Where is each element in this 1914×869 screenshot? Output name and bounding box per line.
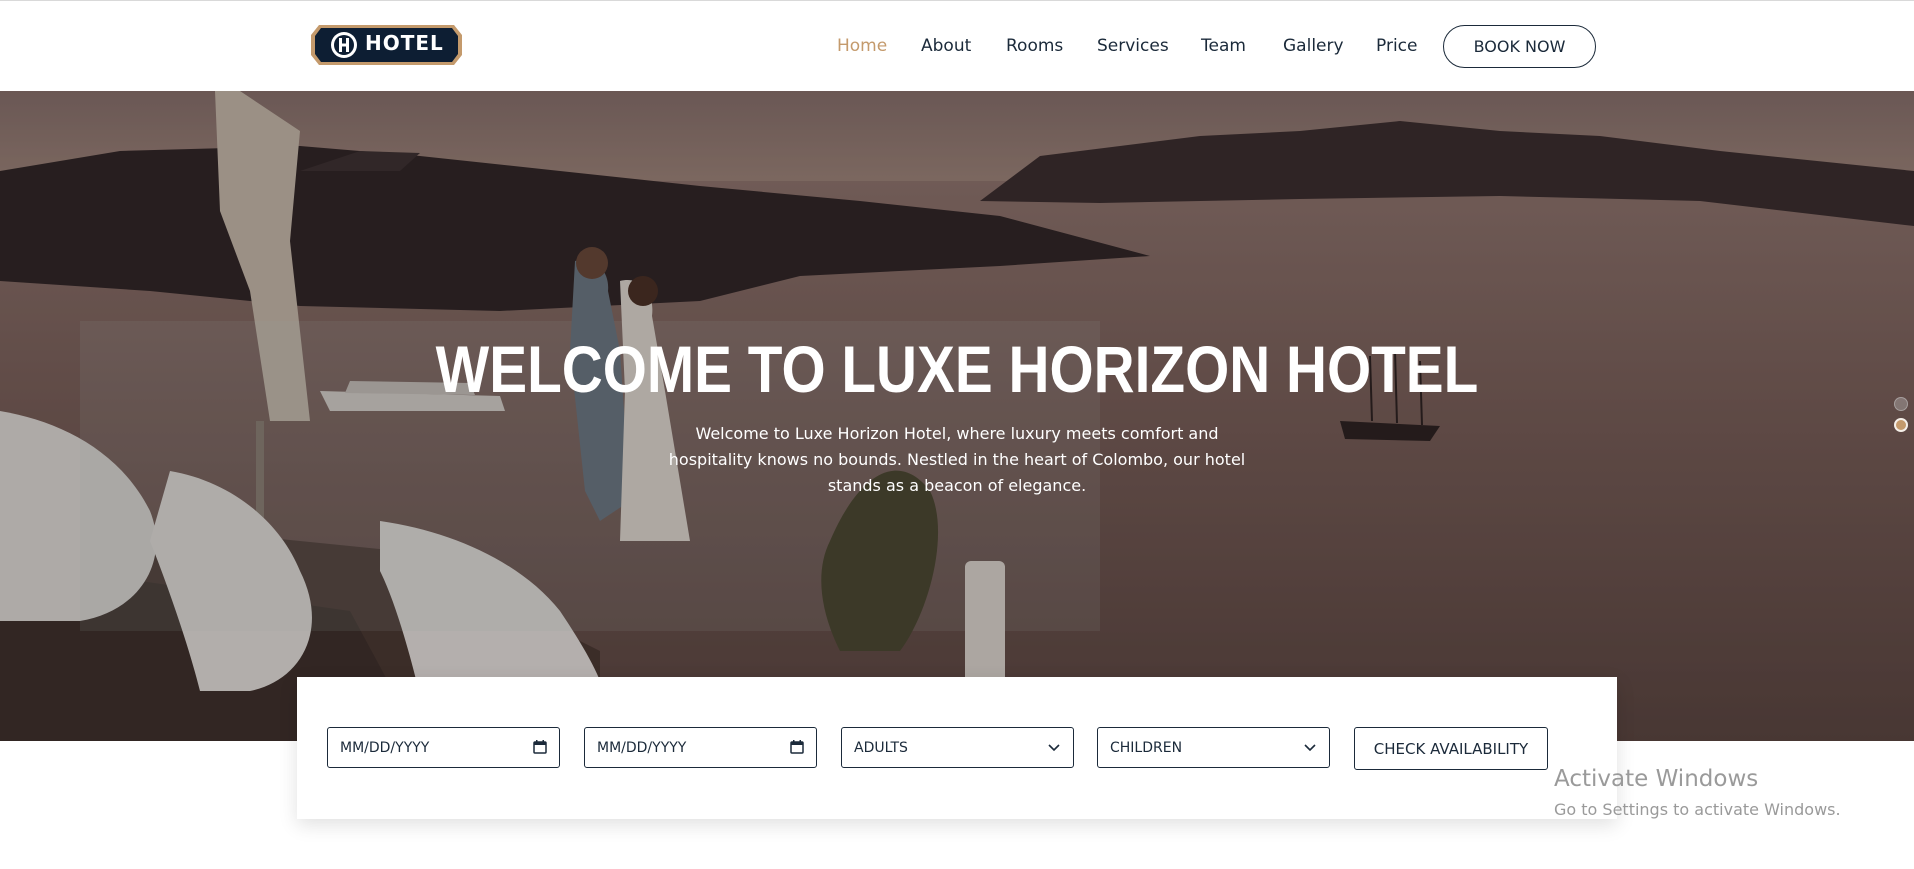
activate-windows-subtitle: Go to Settings to activate Windows. (1554, 800, 1841, 819)
slider-dot-2[interactable] (1894, 418, 1908, 432)
slider-dot-1[interactable] (1894, 397, 1908, 411)
calendar-icon (533, 740, 547, 754)
nav-price[interactable]: Price (1376, 31, 1417, 61)
adults-label: ADULTS (854, 739, 908, 756)
hero-title: WELCOME TO LUXE HORIZON HOTEL (435, 332, 1479, 406)
checkin-placeholder: MM/DD/YYYY (340, 739, 430, 756)
nav-home[interactable]: Home (837, 31, 887, 61)
chevron-down-icon (1304, 744, 1316, 752)
hotel-logo[interactable]: HOTEL (309, 21, 464, 69)
hero-subtitle: Welcome to Luxe Horizon Hotel, where lux… (668, 424, 1246, 495)
check-availability-button[interactable]: CHECK AVAILABILITY (1354, 727, 1548, 770)
logo-text: HOTEL (365, 31, 444, 55)
hero-overlay (0, 91, 1914, 741)
checkout-placeholder: MM/DD/YYYY (597, 739, 687, 756)
hero-section: WELCOME TO LUXE HORIZON HOTEL Welcome to… (0, 91, 1914, 741)
chevron-down-icon (1048, 744, 1060, 752)
nav-gallery[interactable]: Gallery (1283, 31, 1344, 61)
adults-select[interactable]: ADULTS (841, 727, 1074, 768)
calendar-icon (790, 740, 804, 754)
nav-rooms[interactable]: Rooms (1006, 31, 1063, 61)
checkout-date-input[interactable]: MM/DD/YYYY (584, 727, 817, 768)
nav-team[interactable]: Team (1201, 31, 1246, 61)
booking-form: MM/DD/YYYY MM/DD/YYYY ADULTS CHILDREN CH… (297, 677, 1617, 819)
nav-services[interactable]: Services (1097, 31, 1169, 61)
children-select[interactable]: CHILDREN (1097, 727, 1330, 768)
book-now-button[interactable]: BOOK NOW (1443, 25, 1596, 68)
nav-about[interactable]: About (921, 31, 971, 61)
checkin-date-input[interactable]: MM/DD/YYYY (327, 727, 560, 768)
activate-windows-title: Activate Windows (1554, 766, 1759, 792)
children-label: CHILDREN (1110, 739, 1183, 756)
site-header: HOTEL Home About Rooms Services Team Gal… (0, 0, 1914, 91)
